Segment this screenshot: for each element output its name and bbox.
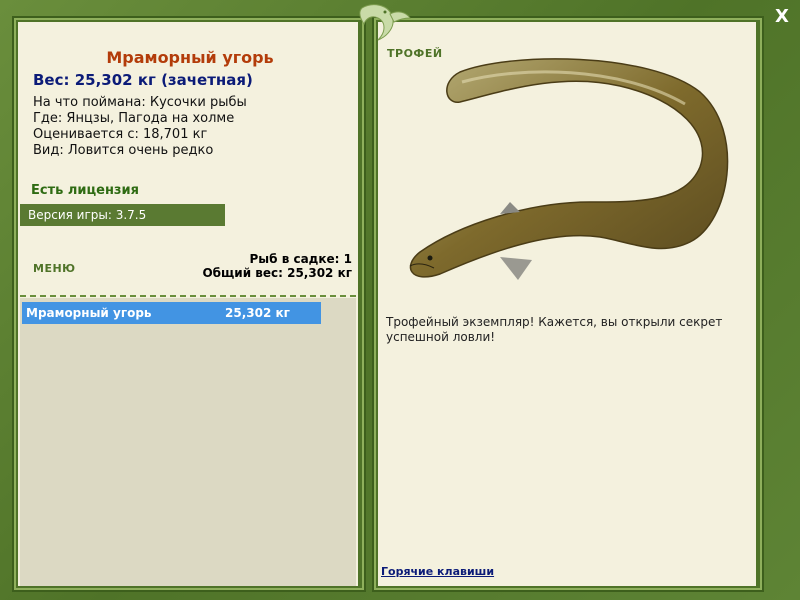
eel-image (409, 58, 729, 280)
fish-title: Мраморный угорь (106, 48, 274, 67)
trophy-description: Трофейный экземпляр! Кажется, вы открыли… (386, 315, 723, 344)
license-status: Есть лицензия (31, 183, 139, 198)
list-item-weight: 25,302 кг (225, 306, 290, 320)
caught-on-text: На что поймана: Кусочки рыбы (33, 95, 247, 110)
list-item-name: Мраморный угорь (26, 306, 152, 320)
close-button[interactable]: X (770, 6, 794, 28)
location-text: Где: Янцзы, Пагода на холме (33, 111, 235, 126)
rarity-text: Вид: Ловится очень редко (33, 143, 214, 158)
version-bar: Версия игры: 3.7.5 (20, 204, 225, 226)
valued-from-text: Оценивается с: 18,701 кг (33, 127, 208, 142)
list-item[interactable]: Мраморный угорь 25,302 кг (22, 302, 321, 324)
fish-info: На что поймана: Кусочки рыбы Где: Янцзы,… (33, 95, 247, 159)
hotkeys-link[interactable]: Горячие клавиши (381, 565, 494, 578)
net-summary: Рыб в садке: 1 Общий вес: 25,302 кг (202, 252, 352, 280)
fish-logo-icon (359, 4, 411, 41)
fish-count: Рыб в садке: 1 (249, 252, 353, 266)
catch-list (20, 298, 356, 586)
total-weight: Общий вес: 25,302 кг (202, 266, 352, 280)
menu-button[interactable]: МЕНЮ (33, 262, 76, 275)
fish-weight: Вес: 25,302 кг (зачетная) (33, 71, 253, 89)
divider (20, 295, 356, 297)
